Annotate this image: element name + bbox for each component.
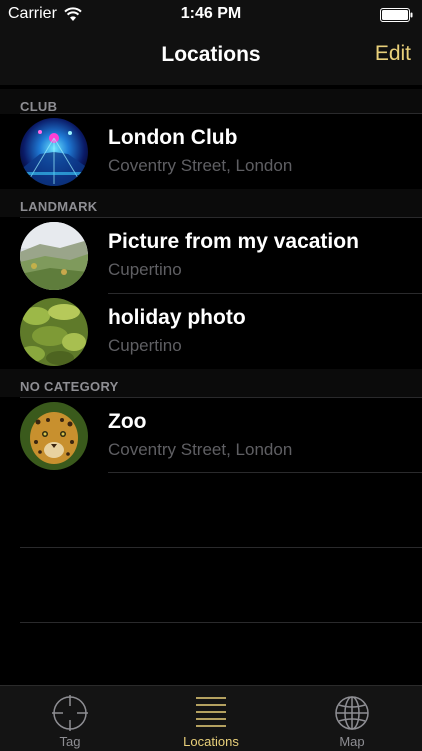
status-bar: Carrier 1:46 PM (0, 0, 422, 30)
hillside-photo-thumbnail (20, 222, 88, 290)
navigation-bar: Locations Edit (0, 30, 422, 85)
tab-map[interactable]: Map (282, 686, 422, 751)
list-item[interactable]: Picture from my vacation Cupertino (0, 218, 422, 293)
list-item[interactable]: holiday photo Cupertino (0, 294, 422, 369)
tab-label: Locations (183, 734, 239, 749)
crosshair-icon (52, 695, 88, 731)
location-address: Coventry Street, London (108, 440, 293, 459)
edit-button[interactable]: Edit (375, 42, 411, 66)
leaves-photo-thumbnail (20, 298, 88, 366)
divider (20, 622, 422, 623)
battery-icon (380, 8, 413, 22)
location-address: Cupertino (108, 336, 182, 355)
tab-label: Map (339, 734, 365, 749)
location-title: Picture from my vacation (108, 230, 359, 253)
divider (108, 472, 422, 473)
tab-label: Tag (59, 734, 81, 749)
list-item[interactable]: Zoo Coventry Street, London (0, 398, 422, 473)
location-title: Zoo (108, 410, 147, 433)
status-time: 1:46 PM (180, 5, 242, 22)
section-header-no-category: NO CATEGORY (0, 369, 422, 397)
list-item[interactable]: London Club Coventry Street, London (0, 114, 422, 189)
list-icon (196, 697, 226, 727)
section-header-label: LANDMARK (20, 199, 98, 214)
club-photo-thumbnail (20, 118, 88, 186)
tab-locations[interactable]: Locations (141, 686, 281, 751)
location-address: Cupertino (108, 260, 182, 279)
location-address: Coventry Street, London (108, 156, 293, 175)
tab-bar: Tag Locations Map (0, 685, 422, 751)
page-title: Locations (161, 43, 261, 66)
section-header-landmark: LANDMARK (0, 189, 422, 217)
section-header-label: CLUB (20, 99, 58, 114)
tab-tag[interactable]: Tag (0, 686, 140, 751)
location-title: London Club (108, 126, 238, 149)
section-header-label: NO CATEGORY (20, 379, 119, 394)
jaguar-photo-thumbnail (20, 402, 88, 470)
globe-icon (335, 696, 369, 730)
divider (20, 547, 422, 548)
location-title: holiday photo (108, 306, 246, 329)
